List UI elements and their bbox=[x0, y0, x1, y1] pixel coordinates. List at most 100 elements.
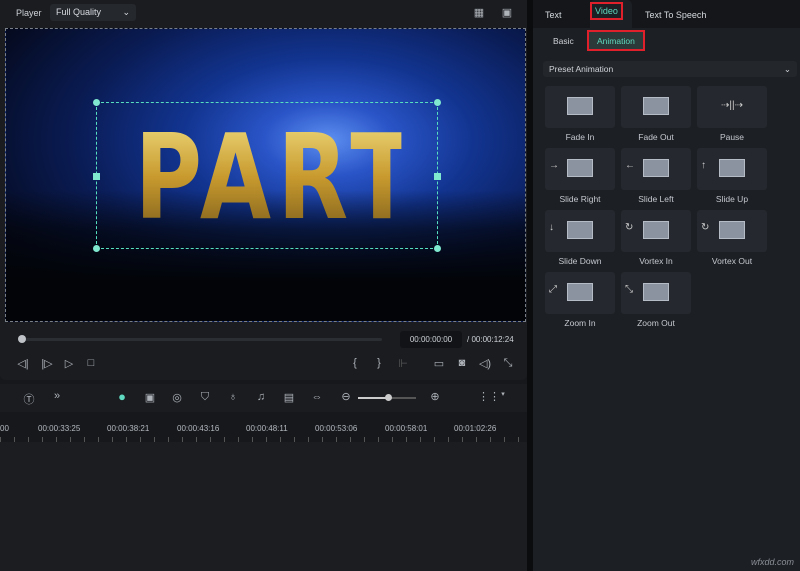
direction-icon: ↑ bbox=[701, 160, 706, 171]
player-label: Player bbox=[16, 8, 42, 18]
playback-scrubber[interactable] bbox=[22, 338, 382, 341]
caret-down-icon[interactable]: ▾ bbox=[496, 390, 510, 398]
ruler-label: 00:00:43:16 bbox=[177, 424, 220, 433]
fullscreen-icon[interactable]: ⤡ bbox=[501, 357, 515, 370]
direction-icon: ← bbox=[625, 160, 635, 171]
zoom-out-icon[interactable]: ⊖ bbox=[339, 390, 353, 403]
preview-thumbnail-icon bbox=[719, 221, 745, 239]
preset-label: Slide Right bbox=[559, 194, 601, 204]
preset-label: Slide Down bbox=[558, 256, 602, 266]
panel-tabs: Text Video Text To Speech bbox=[533, 0, 800, 28]
preview-thumbnail-icon bbox=[643, 97, 669, 115]
quality-value: Full Quality bbox=[56, 7, 102, 17]
preset-pause[interactable]: ⇢||⇢ bbox=[697, 86, 767, 128]
preset-label: Fade In bbox=[565, 132, 595, 142]
pause-icon: ⇢||⇢ bbox=[721, 100, 743, 111]
preset-slide-left[interactable]: ← bbox=[621, 148, 691, 190]
video-record-icon[interactable]: ▣ bbox=[143, 391, 157, 404]
direction-icon: ↻ bbox=[701, 222, 710, 233]
ai-robot-icon[interactable]: ● bbox=[115, 389, 129, 404]
resize-handle[interactable] bbox=[434, 245, 441, 252]
preset-slide-up[interactable]: ↑ bbox=[697, 148, 767, 190]
zoom-in-icon[interactable]: ⊕ bbox=[428, 390, 442, 403]
play-icon[interactable]: ▷ bbox=[62, 357, 76, 370]
next-frame-icon[interactable]: |▷ bbox=[40, 357, 54, 370]
direction-icon: ⤡ bbox=[625, 284, 633, 295]
tab-video-label: Video bbox=[590, 2, 623, 20]
grid-icon[interactable]: ▦ bbox=[472, 6, 486, 19]
preset-slide-right[interactable]: → bbox=[545, 148, 615, 190]
music-icon[interactable]: ♫ bbox=[254, 391, 268, 403]
preset-slide-down[interactable]: ↓ bbox=[545, 210, 615, 252]
chevron-down-icon: ⌄ bbox=[783, 64, 791, 74]
player-panel: Player Full Quality ⌄ ▦ ▣ PARTY! 00:00:00… bbox=[0, 0, 527, 380]
video-preview[interactable]: PARTY! bbox=[5, 28, 526, 322]
mark-out-icon[interactable]: } bbox=[372, 357, 386, 369]
tab-video[interactable]: Video bbox=[590, 0, 632, 28]
tab-text-to-speech[interactable]: Text To Speech bbox=[645, 0, 706, 28]
preview-thumbnail-icon bbox=[643, 283, 669, 301]
mark-in-icon[interactable]: { bbox=[348, 357, 362, 369]
preset-label: Vortex In bbox=[639, 256, 673, 266]
dropdown-value: Preset Animation bbox=[549, 64, 614, 74]
timeline-ruler[interactable]: 00 00:00:33:25 00:00:38:21 00:00:43:16 0… bbox=[0, 414, 527, 442]
ruler-label: 00:00:48:11 bbox=[246, 424, 288, 433]
resize-handle[interactable] bbox=[434, 99, 441, 106]
camera-icon[interactable]: ◙ bbox=[455, 357, 469, 369]
text-selection-box[interactable]: PARTY! bbox=[93, 99, 526, 252]
preview-thumbnail-icon bbox=[567, 159, 593, 177]
preset-vortex-in[interactable]: ↻ bbox=[621, 210, 691, 252]
resize-handle[interactable] bbox=[93, 245, 100, 252]
shield-icon[interactable]: ⛉ bbox=[198, 391, 212, 404]
preset-fade-out[interactable] bbox=[621, 86, 691, 128]
prev-frame-icon[interactable]: ◁| bbox=[16, 357, 30, 370]
preview-thumbnail-icon bbox=[567, 221, 593, 239]
text-ai-icon[interactable]: Ⓣ bbox=[22, 391, 36, 407]
timeline-toolbar: Ⓣ » ● ▣ ◎ ⛉ ♁ ♫ ▤ ⇔ ⊖ ⊕ ⋮⋮ ▾ bbox=[0, 384, 527, 412]
subtab-basic[interactable]: Basic bbox=[545, 32, 582, 51]
tab-text[interactable]: Text bbox=[545, 0, 562, 28]
properties-panel: Text Video Text To Speech Basic Animatio… bbox=[533, 0, 800, 571]
current-time[interactable]: 00:00:00:00 bbox=[400, 331, 462, 348]
preset-fade-in[interactable] bbox=[545, 86, 615, 128]
scrubber-knob[interactable] bbox=[18, 335, 26, 343]
marker-icon[interactable]: ⊩ bbox=[396, 357, 410, 370]
preset-vortex-out[interactable]: ↻ bbox=[697, 210, 767, 252]
preview-thumbnail-icon bbox=[567, 97, 593, 115]
volume-icon[interactable]: ◁) bbox=[478, 357, 492, 370]
preset-animation-dropdown[interactable]: Preset Animation ⌄ bbox=[543, 61, 797, 77]
preview-thumbnail-icon bbox=[643, 221, 669, 239]
player-topbar: Player Full Quality ⌄ ▦ ▣ bbox=[0, 0, 527, 26]
display-icon[interactable]: ▭ bbox=[432, 357, 446, 370]
direction-icon: ↻ bbox=[625, 222, 634, 233]
resize-handle[interactable] bbox=[434, 173, 441, 180]
preset-zoom-out[interactable]: ⤡ bbox=[621, 272, 691, 314]
preset-zoom-in[interactable]: ⤢ bbox=[545, 272, 615, 314]
image-icon[interactable]: ▣ bbox=[500, 6, 514, 19]
resize-handle[interactable] bbox=[93, 173, 100, 180]
clip-icon[interactable]: ▤ bbox=[282, 391, 296, 404]
zoom-slider[interactable] bbox=[358, 394, 416, 401]
overlay-text: PARTY! bbox=[134, 108, 526, 246]
preset-label: Pause bbox=[719, 132, 745, 142]
subtab-animation[interactable]: Animation bbox=[587, 30, 645, 51]
direction-icon: → bbox=[549, 160, 559, 171]
ruler-label: 00:00:33:25 bbox=[38, 424, 81, 433]
total-time: / 00:00:12:24 bbox=[467, 335, 514, 344]
mic-icon[interactable]: ♁ bbox=[226, 391, 240, 403]
quality-select[interactable]: Full Quality ⌄ bbox=[50, 4, 136, 21]
ruler-label: 00:00:38:21 bbox=[107, 424, 150, 433]
layout-icon[interactable]: ⋮⋮ bbox=[478, 390, 500, 403]
ruler-label: 00 bbox=[0, 424, 9, 433]
stop-icon[interactable]: □ bbox=[84, 357, 98, 369]
ruler-label: 00:00:58:01 bbox=[385, 424, 428, 433]
watermark: wfxdd.com bbox=[750, 557, 794, 567]
preview-thumbnail-icon bbox=[719, 159, 745, 177]
fit-icon[interactable]: ⇔ bbox=[310, 391, 324, 403]
more-icon[interactable]: » bbox=[50, 390, 64, 402]
preset-label: Zoom In bbox=[564, 318, 596, 328]
editor-left: Player Full Quality ⌄ ▦ ▣ PARTY! 00:00:00… bbox=[0, 0, 527, 571]
resize-handle[interactable] bbox=[93, 99, 100, 106]
speed-icon[interactable]: ◎ bbox=[170, 391, 184, 404]
timeline-tracks[interactable] bbox=[0, 442, 527, 571]
